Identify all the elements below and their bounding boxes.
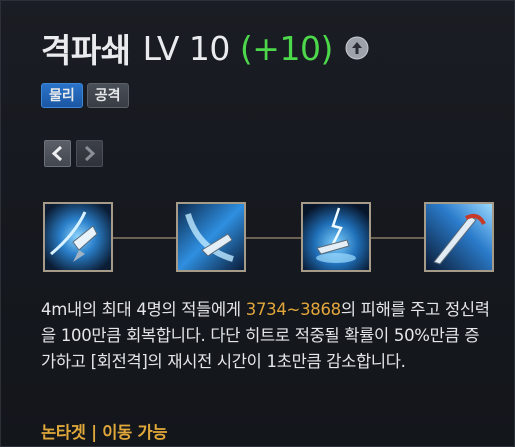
next-button[interactable] [76,140,103,167]
skill-level: LV 10 [142,28,231,68]
skill-name: 격파쇄 [41,31,131,70]
combo-chain [43,202,494,274]
skill-properties: 논타겟 | 이동 가능 [41,423,168,442]
arrow-up-circle-icon[interactable] [345,36,369,60]
skill-tooltip: 격파쇄 LV 10 (+10) 물리 공격 4m내의 최대 4명의 적들에게 3… [0,0,515,447]
chevron-right-icon [84,146,96,161]
skill-icon-2[interactable] [176,202,246,272]
chain-connector [371,237,424,239]
chevron-left-icon [51,146,63,161]
skill-title: 격파쇄 LV 10 (+10) [41,25,369,71]
skill-level-bonus: (+10) [239,28,333,68]
skill-description: 4m내의 최대 4명의 적들에게 3734~3868의 피해를 주고 정신력을 … [41,297,493,375]
skill-icon-1[interactable] [43,202,113,272]
description-text: 4m내의 최대 4명의 적들에게 [41,300,246,319]
chain-connector [113,237,176,239]
skill-icon-3[interactable] [301,202,371,272]
damage-value: 3734~3868 [245,300,341,319]
skill-icon-4[interactable] [424,202,494,272]
tag-attack: 공격 [86,83,129,108]
skill-tags: 물리 공격 [41,83,129,108]
chain-connector [246,237,301,239]
prev-button[interactable] [44,140,71,167]
tooltip-nav [44,140,103,167]
tag-physical: 물리 [41,83,83,108]
